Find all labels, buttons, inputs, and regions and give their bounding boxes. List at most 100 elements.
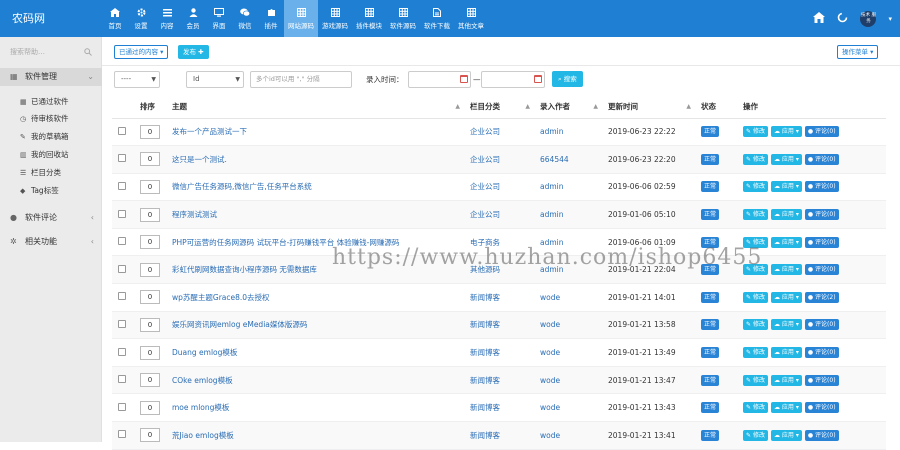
comment-button[interactable]: ● 评论(0) [804,153,839,165]
sidebar-item-recycle[interactable]: ▥ 我的回收站 [20,146,69,163]
status-badge[interactable]: 正常 [701,264,720,276]
publish-button[interactable]: 发布 ✚ [178,45,209,59]
order-input[interactable]: 0 [140,317,160,332]
row-author-link[interactable]: wode [540,376,560,385]
row-checkbox[interactable] [118,347,126,356]
row-checkbox[interactable] [118,319,126,328]
comment-button[interactable]: ● 评论(0) [804,347,839,359]
nav-item-7[interactable]: 网站源码 [284,0,318,37]
id-search-input[interactable]: 多个id可以用 "," 分隔 [250,71,352,88]
row-checkbox[interactable] [118,154,126,163]
home-icon[interactable] [813,12,826,25]
row-title-link[interactable]: PHP可运营的任务网源码 试玩平台-打码赚钱平台 体验赚钱-网赚源码 [172,238,399,247]
comment-button[interactable]: ● 评论(0) [804,402,839,414]
row-author-link[interactable]: admin [540,127,564,136]
sidebar-item-categories[interactable]: ☰ 栏目分类 [20,164,61,181]
avatar[interactable]: 技术 服务 [860,10,877,27]
edit-button[interactable]: ✎ 修改 [743,319,768,331]
status-badge[interactable]: 正常 [701,181,720,193]
start-date-input[interactable] [408,71,471,88]
row-category-link[interactable]: 新闻博客 [470,348,500,357]
row-title-link[interactable]: 这只是一个测试. [172,155,227,164]
order-input[interactable]: 0 [140,428,160,443]
sort-icon[interactable]: ▲ [455,103,460,110]
chevron-down-icon[interactable]: ▾ [888,15,892,23]
sort-icon[interactable]: ▲ [686,103,691,110]
sidebar-item-drafts[interactable]: ✎ 我的草稿箱 [20,128,69,145]
order-input[interactable]: 0 [140,235,160,250]
order-input[interactable]: 0 [140,152,160,167]
row-title-link[interactable]: 荒Jiao emlog模板 [172,431,234,440]
col-time[interactable]: 更新时间 ▲ [604,96,697,119]
edit-button[interactable]: ✎ 修改 [743,153,768,165]
nav-item-0[interactable]: 首页 [102,0,128,37]
col-title[interactable]: 主题 ▲ [168,96,466,119]
comment-button[interactable]: ● 评论(0) [804,429,839,441]
row-category-link[interactable]: 电子商务 [470,238,500,247]
row-checkbox[interactable] [118,181,126,190]
sidebar-item-tags[interactable]: ◆ Tag标签 [20,182,59,199]
nav-item-1[interactable]: 设置 [128,0,154,37]
row-title-link[interactable]: 程序测试测试 [172,210,217,219]
row-checkbox[interactable] [118,264,126,273]
row-author-link[interactable]: wode [540,348,560,357]
edit-button[interactable]: ✎ 修改 [743,209,768,221]
status-badge[interactable]: 正常 [701,209,720,221]
sidebar-item-pending[interactable]: ◷ 待审核软件 [20,110,69,127]
apply-button[interactable]: ☁ 应用 ▾ [770,347,802,359]
row-author-link[interactable]: 664544 [540,155,569,164]
row-category-link[interactable]: 企业公司 [470,155,500,164]
status-badge[interactable]: 正常 [701,126,720,138]
row-author-link[interactable]: admin [540,182,564,191]
calendar-icon[interactable] [460,75,468,83]
status-badge[interactable]: 正常 [701,153,720,165]
site-logo[interactable]: 农码网 [0,0,102,37]
apply-button[interactable]: ☁ 应用 ▾ [770,402,802,414]
apply-button[interactable]: ☁ 应用 ▾ [770,319,802,331]
nav-item-5[interactable]: 微信 [232,0,258,37]
status-filter-button[interactable]: 已通过的内容 ▾ [114,45,169,59]
nav-item-3[interactable]: 会员 [180,0,206,37]
col-author[interactable]: 录入作者 ▲ [536,96,604,119]
row-author-link[interactable]: wode [540,293,560,302]
nav-item-4[interactable]: 界面 [206,0,232,37]
edit-button[interactable]: ✎ 修改 [743,347,768,359]
row-title-link[interactable]: 彩虹代刷网数据查询小程序源码 无需数据库 [172,265,317,274]
row-title-link[interactable]: 娱乐网资讯网emlog eMedia媒体版源码 [172,320,307,329]
order-input[interactable]: 0 [140,373,160,388]
row-category-link[interactable]: 企业公司 [470,210,500,219]
status-badge[interactable]: 正常 [701,347,720,359]
sidebar-group-software[interactable]: ▦ 软件管理 ⌄ [0,68,102,86]
status-badge[interactable]: 正常 [701,236,720,248]
order-input[interactable]: 0 [140,207,160,222]
end-date-input[interactable] [481,71,545,88]
edit-button[interactable]: ✎ 修改 [743,236,768,248]
status-badge[interactable]: 正常 [701,319,720,331]
row-checkbox[interactable] [118,237,126,246]
row-category-link[interactable]: 企业公司 [470,182,500,191]
edit-button[interactable]: ✎ 修改 [743,374,768,386]
nav-item-9[interactable]: 插件模块 [352,0,386,37]
row-author-link[interactable]: admin [540,210,564,219]
search-icon[interactable] [84,47,92,61]
edit-button[interactable]: ✎ 修改 [743,264,768,276]
apply-button[interactable]: ☁ 应用 ▾ [770,126,802,138]
order-input[interactable]: 0 [140,262,160,277]
sidebar-group-related[interactable]: ✲ 相关功能 ‹ [0,233,102,251]
nav-item-10[interactable]: 软件源码 [386,0,420,37]
nav-item-2[interactable]: 内容 [154,0,180,37]
row-category-link[interactable]: 新闻博客 [470,376,500,385]
order-input[interactable]: 0 [140,124,160,139]
row-category-link[interactable]: 新闻博客 [470,403,500,412]
row-category-link[interactable]: 企业公司 [470,127,500,136]
comment-button[interactable]: ● 评论(0) [804,209,839,221]
row-author-link[interactable]: admin [540,238,564,247]
row-title-link[interactable]: 微信广告任务源码,微信广告,任务平台系统 [172,182,312,191]
row-checkbox[interactable] [118,292,126,301]
category-select[interactable]: ---- ▼ [114,71,160,88]
apply-button[interactable]: ☁ 应用 ▾ [770,264,802,276]
order-input[interactable]: 0 [140,345,160,360]
search-button[interactable]: ⌕ 搜索 [552,71,583,87]
order-input[interactable]: 0 [140,179,160,194]
order-input[interactable]: 0 [140,290,160,305]
